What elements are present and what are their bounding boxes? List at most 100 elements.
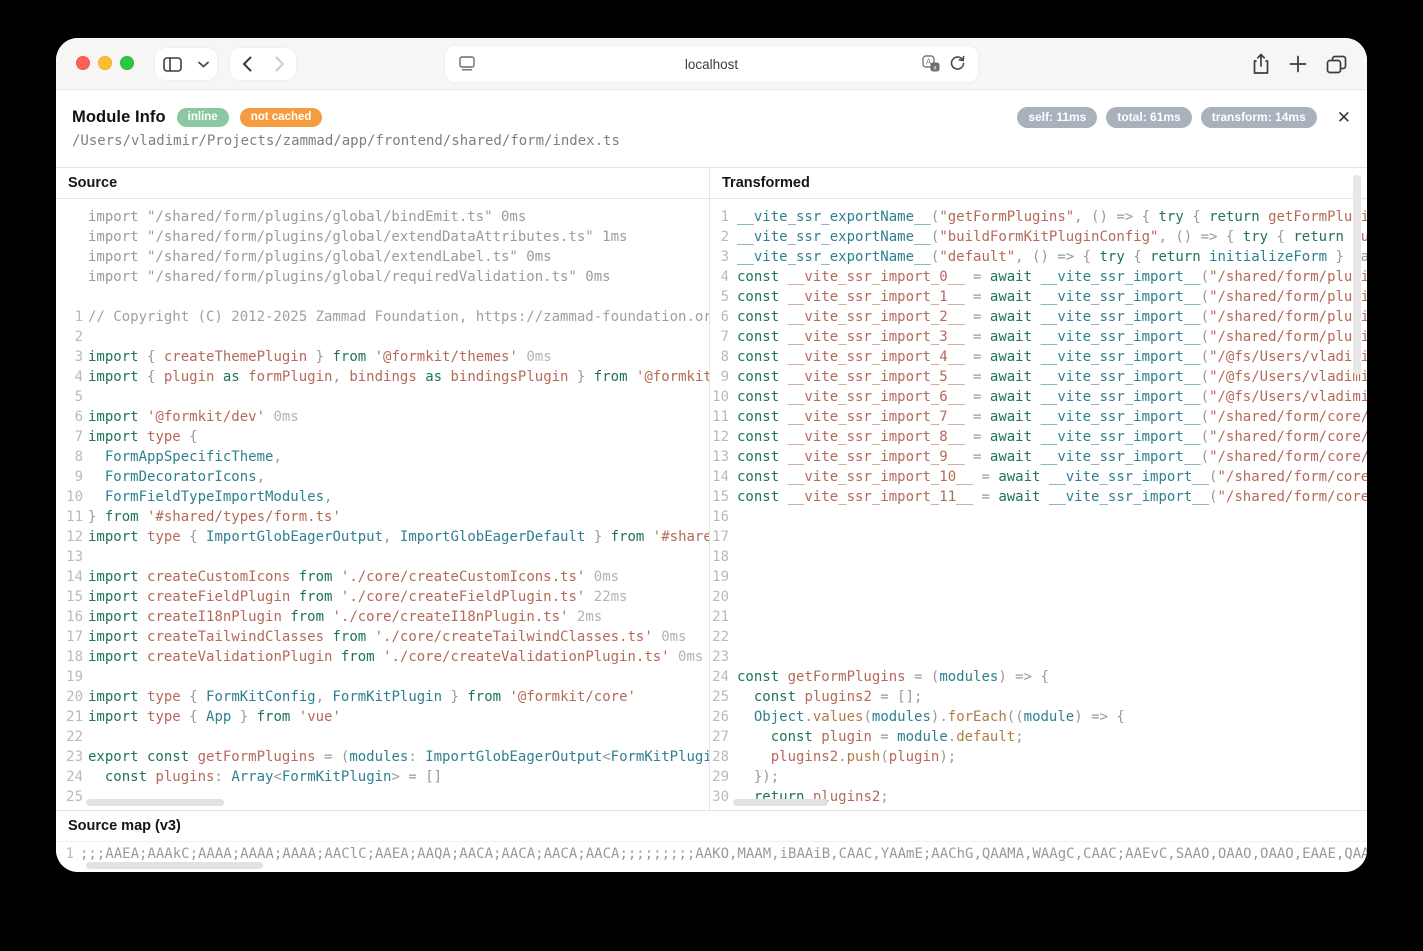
code-line: 17 <box>710 527 1367 547</box>
code-line: 2 <box>56 327 709 347</box>
transformed-horizontal-scrollbar[interactable] <box>733 799 828 806</box>
line-number <box>56 287 88 307</box>
line-number: 17 <box>710 527 737 547</box>
line-content: Object.values(modules).forEach((module) … <box>737 707 1125 727</box>
line-number: 28 <box>710 747 737 767</box>
line-content: import createValidationPlugin from './co… <box>88 647 703 667</box>
code-line: 4const __vite_ssr_import_0__ = await __v… <box>710 267 1367 287</box>
code-line: 6const __vite_ssr_import_2__ = await __v… <box>710 307 1367 327</box>
line-number: 19 <box>710 567 737 587</box>
line-number <box>56 267 88 287</box>
line-content: const __vite_ssr_import_3__ = await __vi… <box>737 327 1367 347</box>
code-line: 3import { createThemePlugin } from '@for… <box>56 347 709 367</box>
code-line: 26 Object.values(modules).forEach((modul… <box>710 707 1367 727</box>
code-line: 9const __vite_ssr_import_5__ = await __v… <box>710 367 1367 387</box>
line-content: }); <box>737 767 779 787</box>
line-content: import createCustomIcons from './core/cr… <box>88 567 619 587</box>
code-line: 8 FormAppSpecificTheme, <box>56 447 709 467</box>
close-icon[interactable]: ✕ <box>1337 109 1351 126</box>
code-line: 22 <box>56 727 709 747</box>
forward-button[interactable] <box>275 56 285 72</box>
share-icon[interactable] <box>1252 53 1270 75</box>
translate-icon[interactable]: Ax <box>922 55 940 72</box>
total-time-badge: total: 61ms <box>1106 107 1191 128</box>
transformed-pane: Transformed 1__vite_ssr_exportName__("ge… <box>710 168 1367 810</box>
url-bar[interactable]: localhost Ax <box>445 46 978 82</box>
line-number: 12 <box>56 527 88 547</box>
sourcemap-section: Source map (v3) 1 ;;;AAEA;AAAkC;AAAA;AAA… <box>56 810 1367 872</box>
close-window-button[interactable] <box>76 56 90 70</box>
sourcemap-horizontal-scrollbar[interactable] <box>86 862 263 869</box>
line-number: 21 <box>710 607 737 627</box>
line-number: 4 <box>56 367 88 387</box>
line-number: 20 <box>710 587 737 607</box>
line-content: __vite_ssr_exportName__("default", () =>… <box>737 247 1367 267</box>
line-number: 5 <box>710 287 737 307</box>
sourcemap-title: Source map (v3) <box>56 811 1367 842</box>
line-content: const plugins: Array<FormKitPlugin> = [] <box>88 767 442 787</box>
code-line: 9 FormDecoratorIcons, <box>56 467 709 487</box>
code-line: 13const __vite_ssr_import_9__ = await __… <box>710 447 1367 467</box>
fullscreen-window-button[interactable] <box>120 56 134 70</box>
line-content: const __vite_ssr_import_11__ = await __v… <box>737 487 1367 507</box>
code-line: 20import type { FormKitConfig, FormKitPl… <box>56 687 709 707</box>
code-line: 1__vite_ssr_exportName__("getFormPlugins… <box>710 207 1367 227</box>
line-content: const __vite_ssr_import_9__ = await __vi… <box>737 447 1367 467</box>
code-line: 12import type { ImportGlobEagerOutput, I… <box>56 527 709 547</box>
back-button[interactable] <box>242 56 252 72</box>
code-line: 18import createValidationPlugin from './… <box>56 647 709 667</box>
line-number: 18 <box>56 647 88 667</box>
code-line: 16import createI18nPlugin from './core/c… <box>56 607 709 627</box>
code-line: 10const __vite_ssr_import_6__ = await __… <box>710 387 1367 407</box>
code-line: 24 const plugins: Array<FormKitPlugin> =… <box>56 767 709 787</box>
code-line: 7const __vite_ssr_import_3__ = await __v… <box>710 327 1367 347</box>
line-number: 6 <box>56 407 88 427</box>
code-line: 29 }); <box>710 767 1367 787</box>
line-number: 17 <box>56 627 88 647</box>
code-line: 11const __vite_ssr_import_7__ = await __… <box>710 407 1367 427</box>
module-info-header: Module Info inline not cached self: 11ms… <box>56 90 1367 167</box>
line-number: 15 <box>56 587 88 607</box>
chevron-down-icon[interactable] <box>198 61 209 68</box>
line-content: const __vite_ssr_import_8__ = await __vi… <box>737 427 1367 447</box>
line-number: 15 <box>710 487 737 507</box>
line-number: 5 <box>56 387 88 407</box>
line-content: import createFieldPlugin from './core/cr… <box>88 587 628 607</box>
code-line: 20 <box>710 587 1367 607</box>
source-horizontal-scrollbar[interactable] <box>86 799 224 806</box>
code-line: 12const __vite_ssr_import_8__ = await __… <box>710 427 1367 447</box>
minimize-window-button[interactable] <box>98 56 112 70</box>
code-line: 28 plugins2.push(plugin); <box>710 747 1367 767</box>
line-content: FormDecoratorIcons, <box>88 467 265 487</box>
line-number: 27 <box>710 727 737 747</box>
line-number: 19 <box>56 667 88 687</box>
line-number: 3 <box>710 247 737 267</box>
code-line: 24const getFormPlugins = (modules) => { <box>710 667 1367 687</box>
line-content: import { createThemePlugin } from '@form… <box>88 347 552 367</box>
line-number: 3 <box>56 347 88 367</box>
new-tab-icon[interactable] <box>1289 55 1307 73</box>
line-number: 12 <box>710 427 737 447</box>
module-info-page: Module Info inline not cached self: 11ms… <box>56 90 1367 872</box>
line-content: const plugin = module.default; <box>737 727 1024 747</box>
line-number: 26 <box>710 707 737 727</box>
reload-icon[interactable] <box>949 55 966 72</box>
line-number: 14 <box>710 467 737 487</box>
sidebar-icon[interactable] <box>163 57 182 72</box>
browser-chrome: localhost Ax <box>56 38 1367 90</box>
line-number: 8 <box>56 447 88 467</box>
source-pane-title: Source <box>56 168 709 199</box>
transformed-vertical-scrollbar[interactable] <box>1353 175 1361 375</box>
line-number: 6 <box>710 307 737 327</box>
line-number: 1 <box>710 207 737 227</box>
code-line: 14import createCustomIcons from './core/… <box>56 567 709 587</box>
inline-badge: inline <box>177 108 229 127</box>
code-line: 7import type { <box>56 427 709 447</box>
code-line: 16 <box>710 507 1367 527</box>
code-line: 15import createFieldPlugin from './core/… <box>56 587 709 607</box>
line-number: 29 <box>710 767 737 787</box>
line-content: const __vite_ssr_import_7__ = await __vi… <box>737 407 1367 427</box>
line-number: 24 <box>56 767 88 787</box>
tab-overview-icon[interactable] <box>1326 55 1347 74</box>
line-content: import "/shared/form/plugins/global/exte… <box>88 227 627 247</box>
